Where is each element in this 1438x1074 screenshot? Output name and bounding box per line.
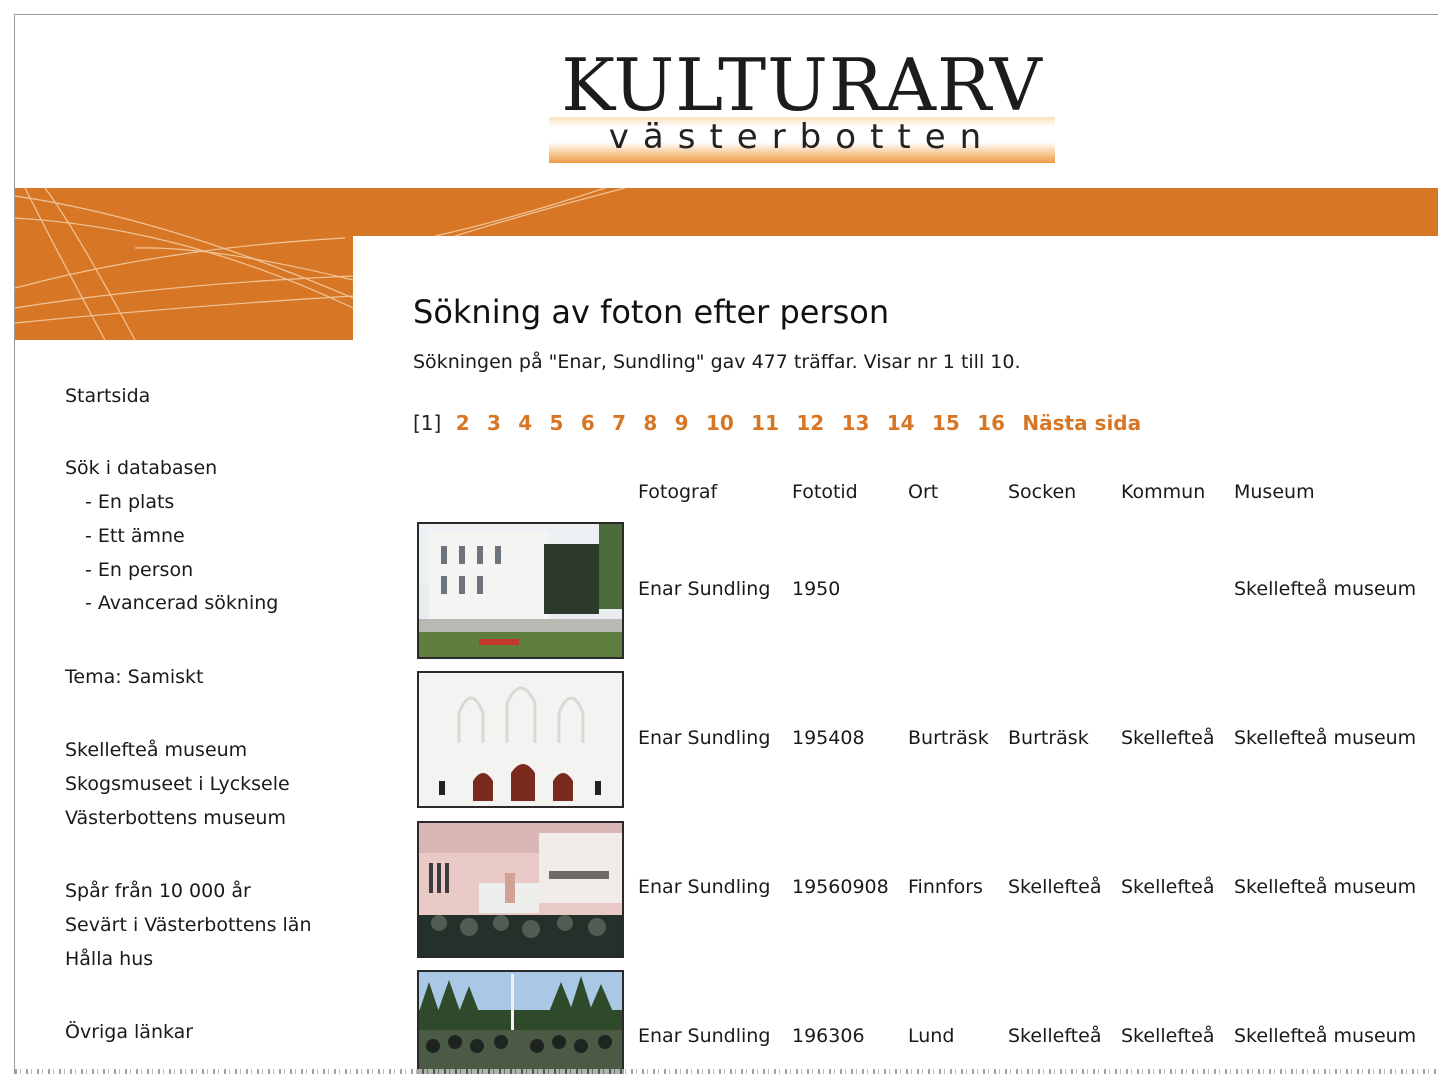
- sidebar-item-sok-databasen[interactable]: Sök i databasen: [65, 457, 217, 479]
- column-header-museum: Museum: [1234, 481, 1315, 503]
- cell-museum: Skellefteå museum: [1234, 876, 1417, 898]
- pager-page-link[interactable]: 4: [518, 411, 532, 435]
- sidebar-item-vasterbottens-museum[interactable]: Västerbottens museum: [65, 807, 286, 829]
- pager-current-page: [1]: [413, 411, 442, 435]
- site-logo[interactable]: KULTURARV västerbotten: [549, 49, 1059, 165]
- sidebar-item-ovriga-lankar[interactable]: Övriga länkar: [65, 1021, 193, 1043]
- search-summary: Sökningen på "Enar, Sundling" gav 477 tr…: [413, 351, 1021, 373]
- sidebar-item-en-plats[interactable]: - En plats: [85, 491, 174, 513]
- sidebar-item-halla-hus[interactable]: Hålla hus: [65, 948, 153, 970]
- cell-fototid: 19560908: [792, 876, 889, 898]
- sidebar-item-avancerad-sokning[interactable]: - Avancerad sökning: [85, 592, 278, 614]
- pager-page-link[interactable]: 16: [977, 411, 1005, 435]
- pager-page-link[interactable]: 9: [675, 411, 689, 435]
- pager-page-link[interactable]: 14: [887, 411, 915, 435]
- cell-kommun: Skellefteå: [1121, 727, 1215, 749]
- cell-museum: Skellefteå museum: [1234, 1025, 1417, 1047]
- sidebar-item-skelleftea-museum[interactable]: Skellefteå museum: [65, 739, 247, 761]
- pager-page-link[interactable]: 3: [487, 411, 501, 435]
- pager-page-link[interactable]: 15: [932, 411, 960, 435]
- cell-kommun: Skellefteå: [1121, 1025, 1215, 1047]
- pager-page-link[interactable]: 11: [751, 411, 779, 435]
- cell-ort: Burträsk: [908, 727, 989, 749]
- cell-socken: Skellefteå: [1008, 876, 1102, 898]
- cell-fotograf: Enar Sundling: [638, 727, 771, 749]
- photo-thumbnail[interactable]: [417, 671, 624, 808]
- cell-fototid: 1950: [792, 578, 841, 600]
- sidebar-item-ett-amne[interactable]: - Ett ämne: [85, 525, 185, 547]
- page-title: Sökning av foton efter person: [413, 293, 890, 331]
- cell-socken: Skellefteå: [1008, 1025, 1102, 1047]
- column-header-fotograf: Fotograf: [638, 481, 718, 503]
- cell-fotograf: Enar Sundling: [638, 1025, 771, 1047]
- column-header-ort: Ort: [908, 481, 939, 503]
- pager-page-link[interactable]: 8: [643, 411, 657, 435]
- screenshot-edge-artifact: [15, 1069, 1438, 1074]
- sidebar-item-skogsmuseet[interactable]: Skogsmuseet i Lycksele: [65, 773, 290, 795]
- cell-fototid: 195408: [792, 727, 865, 749]
- cell-fotograf: Enar Sundling: [638, 578, 771, 600]
- cell-socken: Burträsk: [1008, 727, 1089, 749]
- sidebar-item-spar[interactable]: Spår från 10 000 år: [65, 880, 251, 902]
- pager-page-link[interactable]: 6: [581, 411, 595, 435]
- pager-page-link[interactable]: 7: [612, 411, 626, 435]
- cell-museum: Skellefteå museum: [1234, 578, 1417, 600]
- photo-thumbnail[interactable]: [417, 821, 624, 958]
- column-header-socken: Socken: [1008, 481, 1077, 503]
- cell-museum: Skellefteå museum: [1234, 727, 1417, 749]
- pagination: [1] 2 3 4 5 6 7 8 9 10 11 12 13 14 15 16…: [413, 411, 1152, 435]
- column-header-kommun: Kommun: [1121, 481, 1206, 503]
- pager-page-link[interactable]: 12: [796, 411, 824, 435]
- pager-page-link[interactable]: 5: [550, 411, 564, 435]
- pager-page-link[interactable]: 2: [456, 411, 470, 435]
- sidebar-item-en-person[interactable]: - En person: [85, 559, 193, 581]
- cell-ort: Finnfors: [908, 876, 983, 898]
- photo-thumbnail[interactable]: [417, 522, 624, 659]
- pager-page-link[interactable]: 13: [842, 411, 870, 435]
- sidebar-item-startsida[interactable]: Startsida: [65, 385, 150, 407]
- cell-kommun: Skellefteå: [1121, 876, 1215, 898]
- cell-fototid: 196306: [792, 1025, 865, 1047]
- photo-thumbnail[interactable]: [417, 970, 624, 1074]
- sidebar-item-tema-samiskt[interactable]: Tema: Samiskt: [65, 666, 204, 688]
- pager-page-link[interactable]: 10: [706, 411, 734, 435]
- logo-title: KULTURARV: [561, 43, 1043, 127]
- column-header-fototid: Fototid: [792, 481, 858, 503]
- logo-subtitle: västerbotten: [608, 117, 996, 157]
- cell-fotograf: Enar Sundling: [638, 876, 771, 898]
- pager-next-link[interactable]: Nästa sida: [1022, 411, 1141, 435]
- cell-ort: Lund: [908, 1025, 955, 1047]
- page-frame: KULTURARV västerbotten Startsida Sök i d…: [14, 14, 1438, 1074]
- sidebar-item-sevart[interactable]: Sevärt i Västerbottens län: [65, 914, 312, 936]
